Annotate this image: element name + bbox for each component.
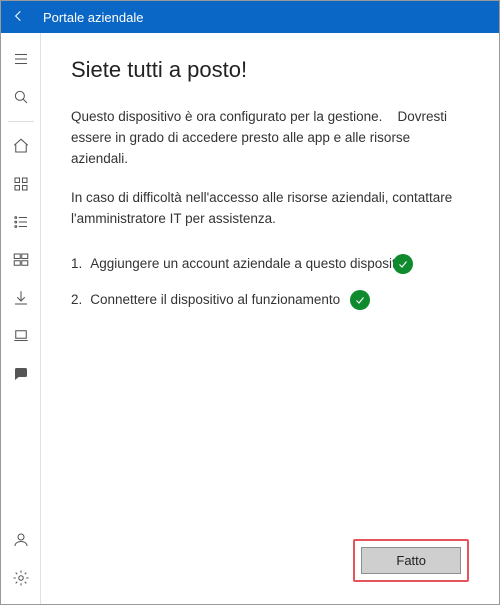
- sidebar-top: [1, 41, 40, 394]
- sidebar-bottom: [1, 522, 40, 598]
- settings-icon: [12, 569, 30, 590]
- nav-list[interactable]: [1, 204, 41, 242]
- intro-paragraph: Questo dispositivo è ora configurato per…: [71, 107, 469, 170]
- footer: Fatto: [71, 539, 469, 588]
- step-label: Aggiungere un account aziendale a questo…: [90, 256, 413, 271]
- app-title: Portale aziendale: [43, 10, 143, 25]
- setup-steps: 1. Aggiungere un account aziendale a que…: [71, 254, 469, 326]
- user-icon: [12, 531, 30, 552]
- nav-menu[interactable]: [1, 41, 41, 79]
- main-content: Siete tutti a posto! Questo dispositivo …: [41, 33, 499, 604]
- sidebar: [1, 33, 41, 604]
- nav-support[interactable]: [1, 356, 41, 394]
- back-button[interactable]: [7, 5, 31, 29]
- back-arrow-icon: [11, 8, 27, 27]
- titlebar: Portale aziendale: [1, 1, 499, 33]
- company-portal-window: Portale aziendale: [0, 0, 500, 605]
- nav-downloads[interactable]: [1, 280, 41, 318]
- home-icon: [12, 137, 30, 158]
- chat-icon: [12, 365, 30, 386]
- tiles-icon: [12, 251, 30, 272]
- help-paragraph: In caso di difficoltà nell'accesso alle …: [71, 188, 469, 230]
- setup-step-1: 1. Aggiungere un account aziendale a que…: [71, 254, 469, 274]
- done-highlight: Fatto: [353, 539, 469, 582]
- apps-grid-icon: [12, 175, 30, 196]
- nav-search[interactable]: [1, 79, 41, 117]
- menu-icon: [12, 50, 30, 71]
- intro-line1: Questo dispositivo è ora configurato per…: [71, 109, 382, 124]
- nav-tiles[interactable]: [1, 242, 41, 280]
- step-label: Connettere il dispositivo al funzionamen…: [90, 292, 340, 307]
- sidebar-divider: [8, 121, 34, 122]
- check-complete-icon: [350, 290, 370, 310]
- laptop-icon: [12, 327, 30, 348]
- nav-apps[interactable]: [1, 166, 41, 204]
- nav-home[interactable]: [1, 128, 41, 166]
- download-icon: [12, 289, 30, 310]
- list-icon: [12, 213, 30, 234]
- nav-devices[interactable]: [1, 318, 41, 356]
- search-icon: [12, 88, 30, 109]
- page-title: Siete tutti a posto!: [71, 57, 469, 83]
- body: Siete tutti a posto! Questo dispositivo …: [1, 33, 499, 604]
- nav-settings[interactable]: [1, 560, 41, 598]
- step-number: 1.: [71, 256, 82, 271]
- check-complete-icon: [393, 254, 413, 274]
- step-number: 2.: [71, 292, 82, 307]
- setup-step-2: 2. Connettere il dispositivo al funziona…: [71, 290, 469, 310]
- done-button[interactable]: Fatto: [361, 547, 461, 574]
- nav-user[interactable]: [1, 522, 41, 560]
